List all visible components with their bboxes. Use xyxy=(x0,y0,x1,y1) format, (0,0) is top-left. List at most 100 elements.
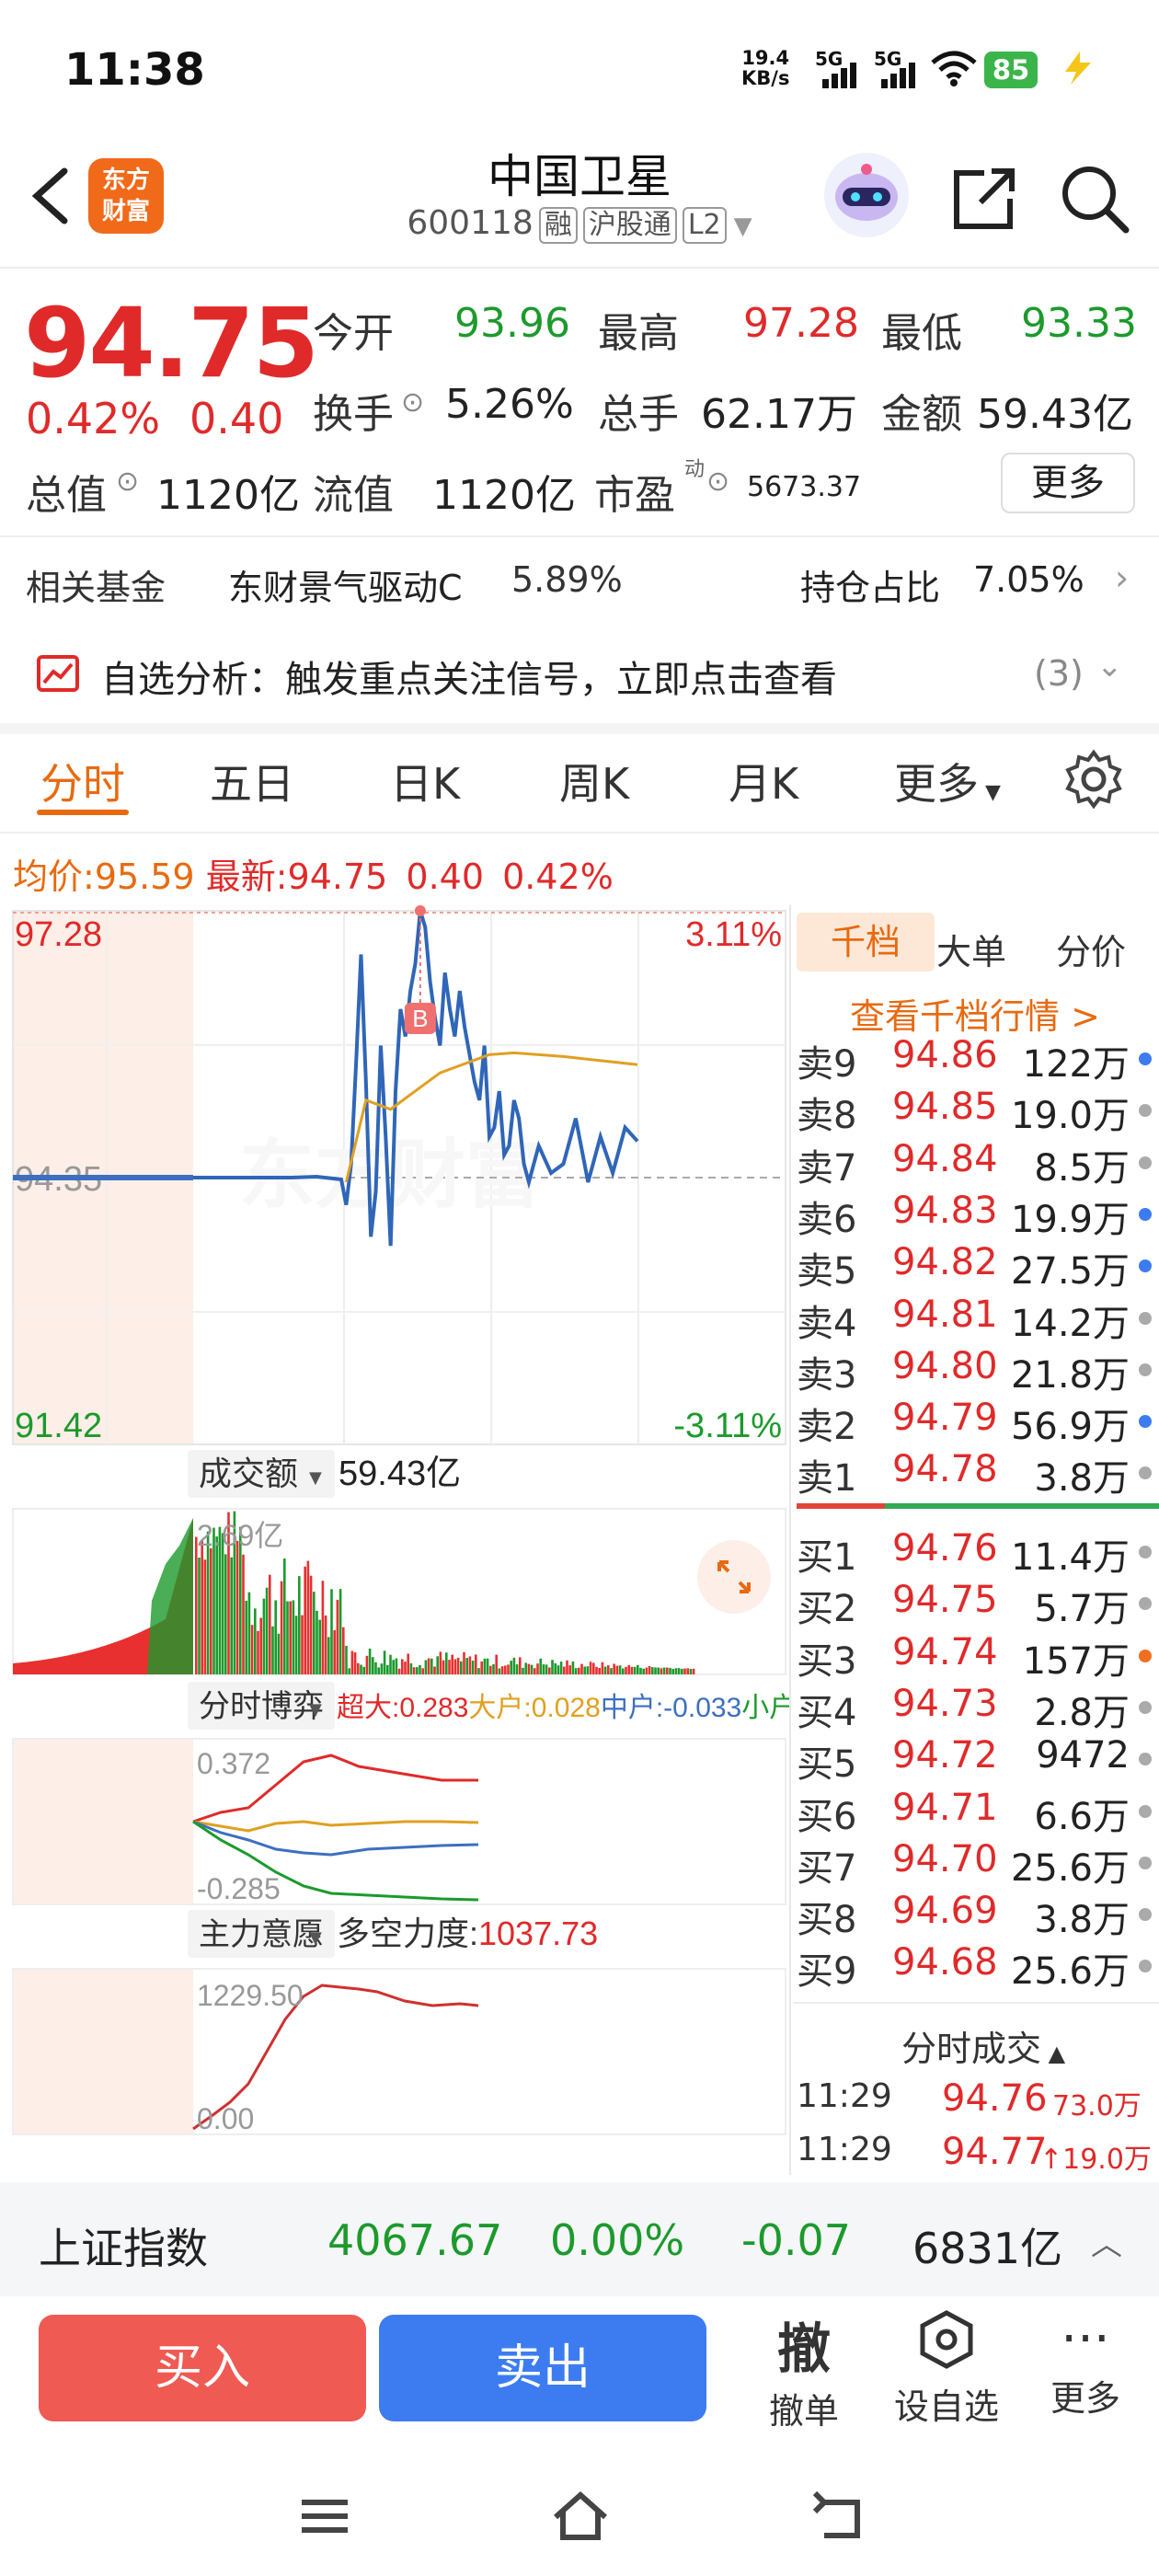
ask-row[interactable]: 卖6 94.83 19.9万 xyxy=(797,1190,1155,1241)
status-dot-icon xyxy=(1139,1311,1152,1325)
bid-row[interactable]: 买7 94.70 25.6万 xyxy=(797,1838,1155,1890)
chevron-up-icon[interactable]: ︿ xyxy=(1091,2219,1122,2264)
analysis-banner[interactable]: 自选分析：触发重点关注信号，立即点击查看 xyxy=(101,650,837,703)
buy-button[interactable]: 买入 xyxy=(39,2315,366,2421)
back-nav-icon[interactable] xyxy=(806,2484,870,2548)
volume-bar xyxy=(471,1661,475,1674)
bid-row[interactable]: 买8 94.69 3.8万 xyxy=(797,1890,1155,1941)
volume-bar xyxy=(492,1663,495,1674)
ask-row[interactable]: 卖4 94.81 14.2万 xyxy=(797,1294,1155,1345)
chevron-down-icon[interactable]: ⌄ xyxy=(1096,648,1123,684)
caret-down-icon: ▼ xyxy=(309,1468,322,1488)
info-icon[interactable]: ⊙ xyxy=(706,466,729,498)
bid-row[interactable]: 买5 94.72 9472 xyxy=(797,1734,1155,1786)
tab-thousand-level[interactable]: 千档 xyxy=(797,913,935,972)
volume-bar xyxy=(633,1666,637,1674)
volume-bar xyxy=(313,1592,316,1674)
bid-row[interactable]: 买9 94.68 25.6万 xyxy=(797,1941,1155,1993)
expand-button[interactable] xyxy=(697,1540,771,1614)
charging-icon xyxy=(1065,52,1091,85)
tab-big-order[interactable]: 大单 xyxy=(936,924,1006,974)
bid-row[interactable]: 买2 94.75 5.7万 xyxy=(797,1579,1155,1630)
status-dot-icon xyxy=(1139,1908,1152,1922)
gear-icon[interactable] xyxy=(1063,749,1124,810)
clock: 11:38 xyxy=(64,44,205,96)
bid-row[interactable]: 买3 94.74 157万 xyxy=(797,1631,1155,1683)
status-dot-icon xyxy=(1139,1700,1152,1714)
assistant-robot-icon[interactable] xyxy=(824,153,909,237)
volume-bar xyxy=(294,1616,298,1674)
share-icon[interactable] xyxy=(947,162,1021,236)
vol-max-label: 2.69亿 xyxy=(197,1519,283,1552)
tab-daily-k[interactable]: 日K xyxy=(390,751,460,811)
ask-row[interactable]: 卖9 94.86 122万 xyxy=(797,1034,1155,1086)
vol-label: 成交额 xyxy=(199,1455,298,1492)
volume-bar xyxy=(545,1664,548,1674)
home-icon[interactable] xyxy=(548,2484,613,2548)
volume-bar xyxy=(578,1667,580,1674)
ask-volume: 3.8万 xyxy=(1034,1457,1130,1501)
high-value: 97.28 xyxy=(743,300,859,347)
volume-bar xyxy=(392,1660,395,1674)
status-dot-icon xyxy=(1139,1466,1152,1480)
sell-button[interactable]: 卖出 xyxy=(379,2315,706,2421)
intraday-chart[interactable]: 东方财富 97.28 94.35 91.42 3.11% -3.11% B 成交… xyxy=(0,902,791,2171)
ask-row[interactable]: 卖2 94.79 56.9万 xyxy=(797,1397,1155,1448)
pe-sup: 动 xyxy=(684,458,706,481)
ask-row[interactable]: 卖3 94.80 21.8万 xyxy=(797,1345,1155,1397)
turnover-value: 5.26% xyxy=(445,381,574,428)
ask-volume: 14.2万 xyxy=(1010,1302,1130,1345)
volume-bar xyxy=(651,1667,654,1674)
volume-bar xyxy=(456,1657,460,1674)
ask-row[interactable]: 卖5 94.82 27.5万 xyxy=(797,1241,1155,1293)
index-chg: -0.07 xyxy=(741,2215,852,2265)
volume-bar xyxy=(495,1654,498,1674)
pe-value: 5673.37 xyxy=(747,471,862,503)
ask-row[interactable]: 卖8 94.85 19.0万 xyxy=(797,1086,1155,1137)
info-icon[interactable]: ⊙ xyxy=(116,466,139,498)
tab-monthly-k[interactable]: 月K xyxy=(729,751,798,811)
status-dot-icon xyxy=(1139,1415,1152,1429)
more-actions-button[interactable]: ··· 更多 xyxy=(1039,2309,1131,2421)
tab-intraday[interactable]: 分时 xyxy=(40,751,125,811)
more-quote-button[interactable]: 更多 xyxy=(1001,453,1135,513)
menu-icon[interactable] xyxy=(293,2484,357,2548)
volume-bar xyxy=(534,1668,536,1674)
volume-bar xyxy=(412,1667,416,1674)
time-sales-title[interactable]: 分时成交 ▲ xyxy=(901,2020,1065,2071)
volume-bar xyxy=(436,1656,439,1674)
tab-more[interactable]: 更多 ▼ xyxy=(894,751,1001,811)
volume-bar xyxy=(321,1581,325,1674)
bid-level: 买4 xyxy=(797,1691,857,1734)
ask-row[interactable]: 卖1 94.78 3.8万 xyxy=(797,1448,1155,1500)
bid-row[interactable]: 买4 94.73 2.8万 xyxy=(797,1683,1155,1734)
add-watchlist-button[interactable]: 设自选 xyxy=(889,2309,1004,2429)
volume-bar xyxy=(592,1662,595,1674)
volume-bar xyxy=(671,1668,674,1674)
tab-five-day[interactable]: 五日 xyxy=(210,751,294,811)
tab-weekly-k[interactable]: 周K xyxy=(559,751,629,811)
volume-bar xyxy=(235,1540,239,1674)
open-label: 今开 xyxy=(313,310,394,357)
fund-name[interactable]: 东财景气驱动C xyxy=(228,559,463,610)
info-icon[interactable]: ⊙ xyxy=(401,386,424,419)
ask-level: 卖1 xyxy=(797,1457,857,1501)
status-dot-icon xyxy=(1139,1156,1152,1169)
bid-volume: 157万 xyxy=(1022,1639,1130,1683)
chevron-right-icon[interactable]: › xyxy=(1115,558,1129,598)
bid-volume: 5.7万 xyxy=(1034,1588,1130,1631)
volume-bar xyxy=(453,1659,457,1674)
bid-row[interactable]: 买1 94.76 11.4万 xyxy=(797,1527,1155,1579)
cancel-order-button[interactable]: 撤 撤单 xyxy=(760,2306,848,2433)
status-dot-icon xyxy=(1139,1597,1152,1611)
volume-bar xyxy=(683,1668,686,1674)
index-bar[interactable]: 上证指数 4067.67 0.00% -0.07 6831亿 ︿ xyxy=(0,2182,1159,2296)
y-max-label: 97.28 xyxy=(15,915,102,954)
ask-row[interactable]: 卖7 94.84 8.5万 xyxy=(797,1138,1155,1190)
view-depth-link[interactable]: 查看千档行情 > xyxy=(850,988,1100,1039)
tab-price-split[interactable]: 分价 xyxy=(1056,924,1126,974)
volume-bar xyxy=(254,1608,257,1674)
search-icon[interactable] xyxy=(1058,162,1131,236)
bid-row[interactable]: 买6 94.71 6.6万 xyxy=(797,1787,1155,1838)
bid-level: 买2 xyxy=(797,1588,857,1631)
